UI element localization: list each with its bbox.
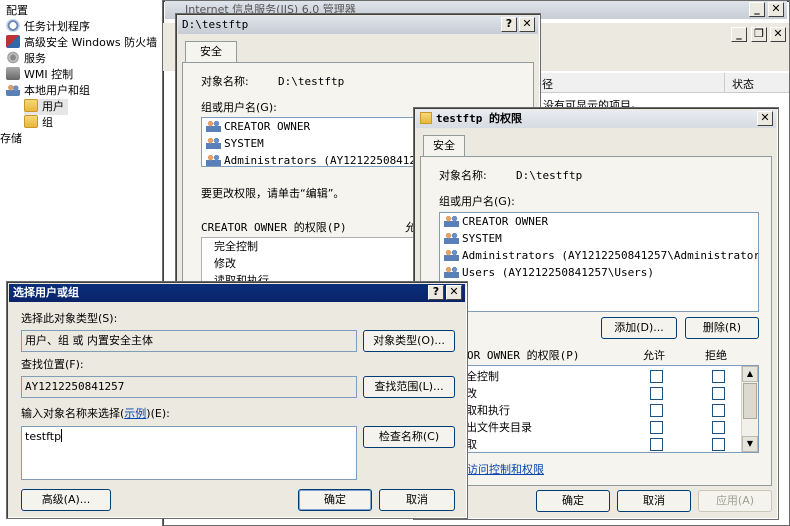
apply-button[interactable]: 应用(A): [698, 490, 772, 512]
close-child-button[interactable]: ✕: [770, 27, 786, 42]
close-button[interactable]: ✕: [768, 2, 784, 17]
folder-icon: [24, 99, 38, 112]
user-group-icon: [206, 136, 221, 149]
allow-checkbox[interactable]: [650, 421, 663, 434]
list-header: 径 状态: [538, 73, 789, 93]
tab-security[interactable]: 安全: [423, 135, 465, 156]
scroll-thumb[interactable]: [743, 383, 757, 419]
tree-item-groups[interactable]: 组: [24, 115, 53, 131]
add-button[interactable]: 添加(D)...: [601, 317, 677, 339]
scroll-down-icon[interactable]: ▼: [742, 436, 758, 452]
tree-item-firewall[interactable]: 高级安全 Windows 防火墙: [6, 35, 157, 51]
ok-button[interactable]: 确定: [536, 490, 610, 512]
check-names-button[interactable]: 检查名称(C): [363, 426, 455, 448]
object-type-field: 用户、组 或 内置安全主体: [21, 330, 357, 352]
scroll-up-icon[interactable]: ▲: [742, 366, 758, 382]
folder-icon: [420, 112, 432, 124]
user-group-icon: [444, 265, 459, 278]
object-types-button[interactable]: 对象类型(O)...: [363, 330, 455, 352]
tree-item-wmi[interactable]: WMI 控制: [6, 67, 73, 83]
deny-checkbox[interactable]: [712, 438, 725, 451]
wmi-icon: [6, 67, 20, 80]
cancel-button[interactable]: 取消: [617, 490, 691, 512]
users-icon: [6, 83, 20, 96]
gear-icon: [6, 51, 20, 64]
ok-button[interactable]: 确定: [298, 489, 372, 511]
locations-button[interactable]: 查找范围(L)...: [363, 376, 455, 398]
advanced-button[interactable]: 高级(A)...: [21, 489, 111, 511]
list-item[interactable]: Administrators (AY1212250841257\Administ…: [440, 247, 758, 264]
tree-item-users[interactable]: 用户: [24, 99, 68, 115]
list-item[interactable]: Users (AY1212250841257\Users): [440, 264, 758, 281]
tree-item-services[interactable]: 服务: [6, 51, 46, 67]
tree-item-task-scheduler[interactable]: 任务计划程序: [6, 19, 90, 35]
user-group-icon: [206, 153, 221, 166]
select-users-dialog: 选择用户或组 ? ✕ 选择此对象类型(S): 用户、组 或 内置安全主体 对象类…: [6, 281, 468, 519]
allow-checkbox[interactable]: [650, 438, 663, 451]
help-button[interactable]: ?: [428, 285, 444, 300]
help-button[interactable]: ?: [501, 17, 517, 32]
list-item[interactable]: SYSTEM: [440, 230, 758, 247]
tree-item-config[interactable]: 配置: [6, 3, 28, 19]
folder-icon: [24, 115, 38, 128]
deny-checkbox[interactable]: [712, 421, 725, 434]
cancel-button[interactable]: 取消: [379, 489, 455, 511]
select-users-titlebar: 选择用户或组 ? ✕: [9, 284, 465, 302]
permission-scrollbar[interactable]: ▲ ▼: [741, 366, 758, 452]
tree-item-local-users-groups[interactable]: 本地用户和组: [6, 83, 90, 99]
allow-checkbox[interactable]: [650, 387, 663, 400]
min-child-button[interactable]: _: [731, 27, 747, 42]
column-header-path[interactable]: 径: [542, 76, 553, 92]
minimize-button[interactable]: _: [749, 2, 765, 17]
object-name-input[interactable]: testftp: [21, 426, 357, 480]
location-field: AY1212250841257: [21, 376, 357, 398]
remove-button[interactable]: 删除(R): [685, 317, 759, 339]
column-header-status[interactable]: 状态: [732, 76, 754, 92]
deny-checkbox[interactable]: [712, 370, 725, 383]
group-user-list[interactable]: CREATOR OWNER SYSTEM Administrators (AY1…: [439, 212, 759, 312]
properties-titlebar: D:\testftp ? ✕: [178, 16, 538, 34]
close-button[interactable]: ✕: [757, 111, 773, 126]
tree-item-storage[interactable]: 存储: [0, 131, 22, 147]
examples-link[interactable]: 示例: [124, 407, 146, 420]
deny-checkbox[interactable]: [712, 404, 725, 417]
user-group-icon: [444, 248, 459, 261]
firewall-icon: [6, 35, 20, 48]
security-panel: 对象名称: D:\testftp 组或用户名(G): CREATOR OWNER…: [420, 156, 772, 486]
close-button[interactable]: ✕: [446, 285, 462, 300]
close-button[interactable]: ✕: [519, 17, 535, 32]
user-group-icon: [444, 231, 459, 244]
restore-child-button[interactable]: ❐: [751, 27, 767, 42]
deny-checkbox[interactable]: [712, 387, 725, 400]
user-group-icon: [206, 119, 221, 132]
tab-security[interactable]: 安全: [185, 41, 237, 62]
clock-icon: [6, 19, 20, 32]
permission-list: 全控制 改 取和执行 出文件夹目录 取 ▲ ▼: [439, 365, 759, 453]
allow-checkbox[interactable]: [650, 404, 663, 417]
list-item[interactable]: CREATOR OWNER: [440, 213, 758, 230]
user-group-icon: [444, 214, 459, 227]
change-hint: 要更改权限，请单击“编辑”。: [201, 187, 345, 200]
allow-checkbox[interactable]: [650, 370, 663, 383]
text-caret: [61, 429, 63, 442]
object-name-label: 输入对象名称来选择(示例)(E):: [21, 407, 170, 420]
special-permissions-link[interactable]: 访问控制和权限: [467, 463, 544, 476]
permissions-titlebar: testftp 的权限 ✕: [416, 110, 776, 128]
